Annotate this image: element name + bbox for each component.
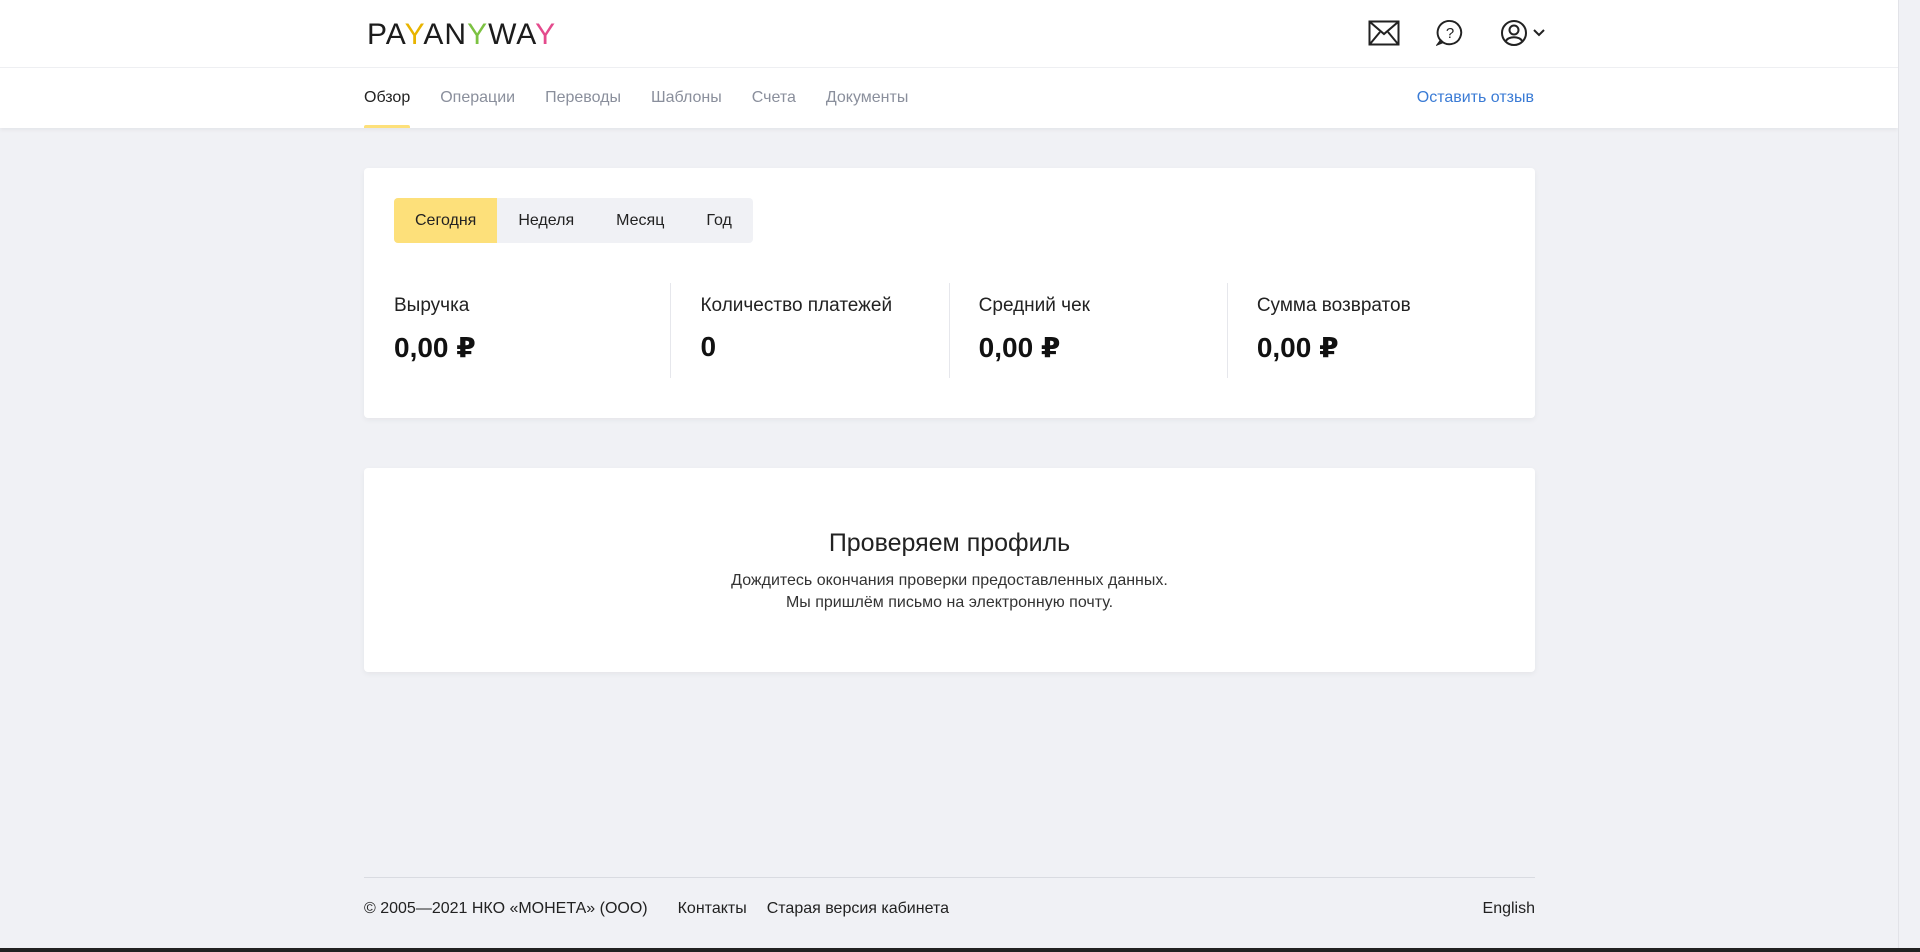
metric-value: 0,00 ₽ — [394, 332, 476, 363]
top-bar: PAYANYWAY ? — [0, 0, 1898, 68]
period-tab-year[interactable]: Год — [685, 198, 752, 243]
payanyway-logo[interactable]: PAYANYWAY — [367, 18, 556, 52]
feedback-link[interactable]: Оставить отзыв — [1417, 89, 1534, 107]
nav-item-templates[interactable]: Шаблоны — [651, 68, 722, 128]
profile-check-line-1: Дождитесь окончания проверки предоставле… — [731, 572, 1168, 589]
user-menu-button[interactable] — [1498, 16, 1548, 50]
metric-revenue: Выручка 0,00 ₽ — [394, 283, 670, 378]
period-tabs: Сегодня Неделя Месяц Год — [394, 198, 753, 243]
metric-refunds-sum: Сумма возвратов 0,00 ₽ — [1226, 283, 1505, 378]
header: PAYANYWAY ? Обзор Операции Переводы Шабл… — [0, 0, 1898, 128]
profile-check-message: Дождитесь окончания проверки предоставле… — [364, 570, 1535, 614]
period-tab-today[interactable]: Сегодня — [394, 198, 498, 243]
footer-left: © 2005—2021 НКО «МОНЕТА» (ООО) Контакты … — [364, 900, 949, 918]
user-icon — [1501, 20, 1527, 46]
language-switch[interactable]: English — [1483, 900, 1535, 918]
metric-label: Сумма возвратов — [1256, 295, 1411, 316]
nav-item-documents[interactable]: Документы — [826, 68, 908, 128]
period-tab-week[interactable]: Неделя — [497, 198, 595, 243]
svg-text:?: ? — [1446, 25, 1454, 42]
window-bottom-edge — [0, 948, 1920, 952]
metric-label: Количество платежей — [700, 295, 893, 316]
contacts-link[interactable]: Контакты — [678, 900, 747, 918]
help-icon[interactable]: ? — [1432, 16, 1468, 50]
profile-check-line-2: Мы пришлём письмо на электронную почту. — [785, 594, 1114, 611]
metric-label: Средний чек — [978, 295, 1090, 316]
copyright: © 2005—2021 НКО «МОНЕТА» (ООО) — [364, 900, 648, 917]
footer-links: Контакты Старая версия кабинета — [678, 900, 949, 918]
stats-card: Сегодня Неделя Месяц Год Выручка 0,00 ₽ … — [364, 168, 1535, 418]
footer: © 2005—2021 НКО «МОНЕТА» (ООО) Контакты … — [364, 877, 1535, 937]
metrics-row: Выручка 0,00 ₽ Количество платежей 0 Сре… — [394, 283, 1505, 378]
metric-payments-count: Количество платежей 0 — [670, 283, 948, 378]
metric-value: 0 — [700, 331, 717, 362]
metric-value: 0,00 ₽ — [978, 332, 1061, 363]
old-version-link[interactable]: Старая версия кабинета — [767, 900, 949, 918]
metric-value: 0,00 ₽ — [1256, 332, 1339, 363]
profile-check-title: Проверяем профиль — [828, 529, 1071, 557]
profile-check-card: Проверяем профиль Дождитесь окончания пр… — [364, 468, 1535, 672]
main-nav: Обзор Операции Переводы Шаблоны Счета До… — [364, 68, 908, 128]
nav-item-operations[interactable]: Операции — [440, 68, 515, 128]
scrollbar[interactable] — [1898, 0, 1920, 948]
nav-item-transfers[interactable]: Переводы — [545, 68, 621, 128]
page: PAYANYWAY ? Обзор Операции Переводы Шабл… — [0, 0, 1898, 948]
metric-average-check: Средний чек 0,00 ₽ — [948, 283, 1227, 378]
nav-item-accounts[interactable]: Счета — [752, 68, 796, 128]
mail-icon[interactable] — [1366, 16, 1402, 50]
period-tab-month[interactable]: Месяц — [595, 198, 685, 243]
header-actions: ? — [1366, 16, 1548, 50]
chevron-down-icon — [1533, 29, 1545, 37]
metric-label: Выручка — [394, 295, 470, 316]
nav-item-overview[interactable]: Обзор — [364, 68, 411, 128]
